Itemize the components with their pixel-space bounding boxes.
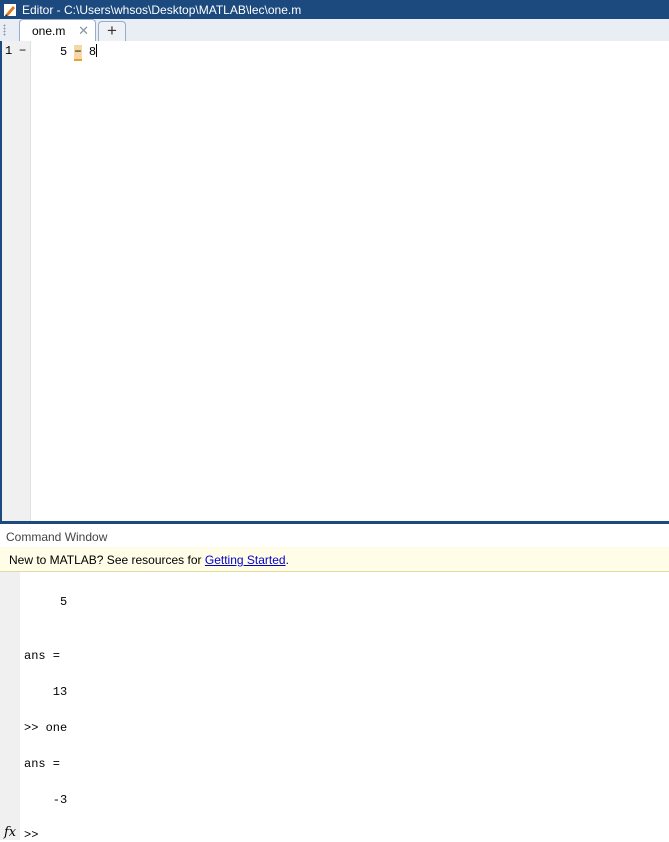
- editor-gutter[interactable]: [2, 41, 31, 522]
- output-line: ans =: [24, 649, 61, 663]
- code-editor[interactable]: 1 − 5 − 8: [0, 41, 669, 522]
- code-operator-warning[interactable]: −: [74, 45, 82, 61]
- breakpoint-marker[interactable]: −: [19, 44, 26, 58]
- new-tab-button[interactable]: +: [98, 21, 126, 41]
- title-bar: Editor - C:\Users\whsos\Desktop\MATLAB\l…: [0, 0, 669, 19]
- output-line: -3: [24, 793, 68, 807]
- code-operand-left: 5: [60, 45, 68, 59]
- editor-tab-strip: one.m ✕ +: [0, 19, 669, 42]
- command-window-header: Command Window: [0, 527, 669, 548]
- window-title: Editor - C:\Users\whsos\Desktop\MATLAB\l…: [22, 2, 302, 17]
- banner-message: New to MATLAB? See resources for Getting…: [9, 553, 289, 567]
- getting-started-banner: New to MATLAB? See resources for Getting…: [0, 547, 669, 572]
- banner-suffix: .: [285, 553, 289, 567]
- close-icon[interactable]: ✕: [78, 23, 89, 39]
- tab-one-m[interactable]: one.m ✕: [19, 19, 96, 41]
- output-line: >> one: [24, 721, 68, 735]
- pane-splitter[interactable]: [0, 521, 669, 524]
- output-line: 5: [24, 595, 68, 609]
- code-line[interactable]: 5 − 8: [60, 44, 98, 61]
- tab-label: one.m: [32, 23, 66, 38]
- command-window-title: Command Window: [6, 530, 108, 544]
- code-operand-right: 8: [88, 45, 97, 59]
- output-line: 13: [24, 685, 68, 699]
- function-browser-icon[interactable]: fx: [4, 825, 16, 840]
- banner-text: New to MATLAB? See resources for: [9, 553, 205, 567]
- output-line: ans =: [24, 757, 61, 771]
- drag-grip-icon[interactable]: [3, 24, 6, 36]
- getting-started-link[interactable]: Getting Started: [205, 553, 286, 567]
- text-cursor: [96, 44, 98, 57]
- command-window-gutter: [0, 572, 20, 840]
- line-number: 1: [5, 44, 13, 58]
- matlab-editor-icon: [3, 3, 17, 17]
